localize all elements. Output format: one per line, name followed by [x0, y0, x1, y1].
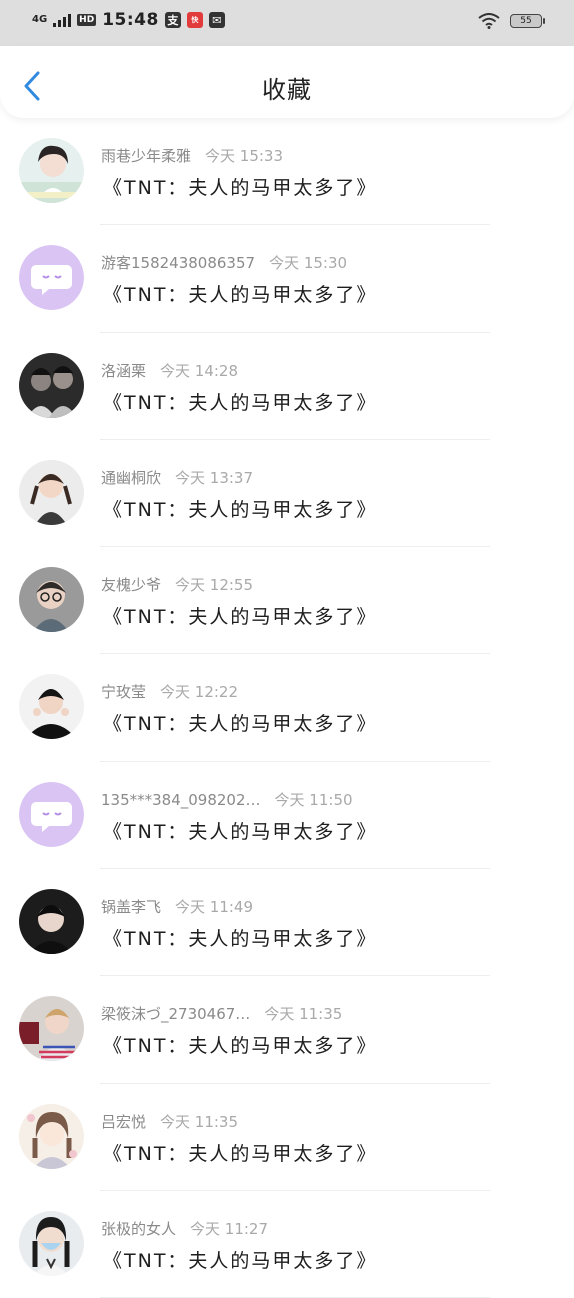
favorites-list: 雨巷少年柔雅 今天 15:33 《TNT：夫人的马甲太多了》 游客1582438086…: [0, 118, 574, 1298]
item-meta: 游客1582438086357 今天 15:30: [101, 252, 347, 273]
timestamp: 今天 11:27: [190, 1219, 269, 1238]
avatar[interactable]: [19, 138, 84, 203]
item-meta: 锅盖李飞 今天 11:49: [101, 896, 253, 917]
status-bar: 4G HD 15:48 支 快 ✉ 55: [0, 0, 574, 46]
alipay-icon: 支: [164, 12, 181, 28]
avatar[interactable]: [19, 889, 84, 955]
chat-bubble-icon: [19, 245, 84, 311]
timestamp: 今天 11:50: [274, 790, 353, 809]
list-item[interactable]: 135***384_098202… 今天 11:50 《TNT：夫人的马甲太多了》: [0, 762, 574, 870]
list-item[interactable]: 通幽桐欣 今天 13:37 《TNT：夫人的马甲太多了》: [0, 440, 574, 548]
favorite-title: 《TNT：夫人的马甲太多了》: [103, 284, 378, 307]
chat-bubble-icon: [19, 781, 84, 847]
list-item[interactable]: 雨巷少年柔雅 今天 15:33 《TNT：夫人的马甲太多了》: [0, 118, 574, 226]
favorite-title: 《TNT：夫人的马甲太多了》: [103, 391, 378, 414]
item-meta: 吕宏悦 今天 11:35: [101, 1111, 238, 1132]
item-meta: 通幽桐欣 今天 13:37: [101, 467, 253, 488]
timestamp: 今天 15:30: [269, 254, 348, 273]
list-item[interactable]: 张极的女人 今天 11:27 《TNT：夫人的马甲太多了》: [0, 1191, 574, 1298]
list-item[interactable]: 宁玫莹 今天 12:22 《TNT：夫人的马甲太多了》: [0, 654, 574, 762]
timestamp: 今天 13:37: [175, 468, 254, 487]
timestamp: 今天 14:28: [160, 361, 239, 380]
user-name: 雨巷少年柔雅: [101, 147, 192, 165]
user-name: 通幽桐欣: [101, 468, 162, 487]
item-meta: 雨巷少年柔雅 今天 15:33: [101, 145, 283, 166]
favorite-title: 《TNT：夫人的马甲太多了》: [103, 820, 378, 843]
list-item[interactable]: 锅盖李飞 今天 11:49 《TNT：夫人的马甲太多了》: [0, 869, 574, 977]
favorite-title: 《TNT：夫人的马甲太多了》: [103, 177, 378, 199]
avatar[interactable]: [19, 674, 84, 740]
avatar[interactable]: [19, 1210, 84, 1276]
timestamp: 今天 11:35: [264, 1005, 343, 1024]
network-label: 4G: [32, 14, 48, 25]
favorite-title: 《TNT：夫人的马甲太多了》: [103, 498, 378, 521]
wifi-icon: [478, 13, 500, 29]
avatar[interactable]: [19, 245, 84, 311]
favorite-title: 《TNT：夫人的马甲太多了》: [103, 713, 378, 736]
favorite-title: 《TNT：夫人的马甲太多了》: [103, 1035, 378, 1058]
user-name: 洛涵栗: [101, 361, 147, 380]
user-name: 135***384_098202…: [101, 790, 261, 809]
battery-icon: 55: [510, 14, 545, 28]
list-item[interactable]: 游客1582438086357 今天 15:30 《TNT：夫人的马甲太多了》: [0, 225, 574, 333]
item-meta: 洛涵栗 今天 14:28: [101, 360, 238, 381]
message-icon: ✉: [208, 12, 225, 28]
timestamp: 今天 12:22: [160, 683, 239, 702]
avatar[interactable]: [19, 459, 84, 525]
status-time: 15:48: [102, 10, 159, 30]
avatar[interactable]: [19, 352, 84, 418]
user-name: 锅盖李飞: [101, 898, 162, 917]
favorite-title: 《TNT：夫人的马甲太多了》: [103, 1249, 378, 1272]
favorite-title: 《TNT：夫人的马甲太多了》: [103, 606, 378, 629]
item-meta: 宁玫莹 今天 12:22: [101, 681, 238, 702]
avatar[interactable]: [19, 781, 84, 847]
favorite-title: 《TNT：夫人的马甲太多了》: [103, 1142, 378, 1165]
user-name: 友槐少爷: [101, 576, 162, 595]
item-meta: 梁筱沫づ_2730467… 今天 11:35: [101, 1003, 342, 1024]
avatar[interactable]: [19, 1103, 84, 1169]
nav-header: 收藏: [0, 46, 574, 118]
signal-icon: [53, 13, 72, 27]
timestamp: 今天 11:49: [175, 898, 254, 917]
hd-badge: HD: [77, 14, 97, 26]
item-meta: 135***384_098202… 今天 11:50: [101, 789, 353, 810]
favorite-title: 《TNT：夫人的马甲太多了》: [103, 928, 378, 951]
user-name: 张极的女人: [101, 1219, 177, 1238]
avatar[interactable]: [19, 996, 84, 1062]
timestamp: 今天 11:35: [160, 1112, 239, 1131]
user-name: 吕宏悦: [101, 1112, 147, 1131]
list-item[interactable]: 友槐少爷 今天 12:55 《TNT：夫人的马甲太多了》: [0, 547, 574, 655]
page-title: 收藏: [262, 76, 312, 104]
item-meta: 张极的女人 今天 11:27: [101, 1218, 268, 1239]
list-item[interactable]: 洛涵栗 今天 14:28 《TNT：夫人的马甲太多了》: [0, 333, 574, 440]
list-item[interactable]: 吕宏悦 今天 11:35 《TNT：夫人的马甲太多了》: [0, 1084, 574, 1191]
user-name: 梁筱沫づ_2730467…: [101, 1005, 251, 1024]
avatar[interactable]: [19, 567, 84, 633]
user-name: 游客1582438086357: [101, 254, 256, 273]
user-name: 宁玫莹: [101, 683, 147, 702]
timestamp: 今天 12:55: [175, 576, 254, 595]
item-meta: 友槐少爷 今天 12:55: [101, 574, 253, 595]
timestamp: 今天 15:33: [205, 147, 284, 165]
kuaishou-icon: 快: [186, 12, 203, 28]
list-item[interactable]: 梁筱沫づ_2730467… 今天 11:35 《TNT：夫人的马甲太多了》: [0, 976, 574, 1084]
